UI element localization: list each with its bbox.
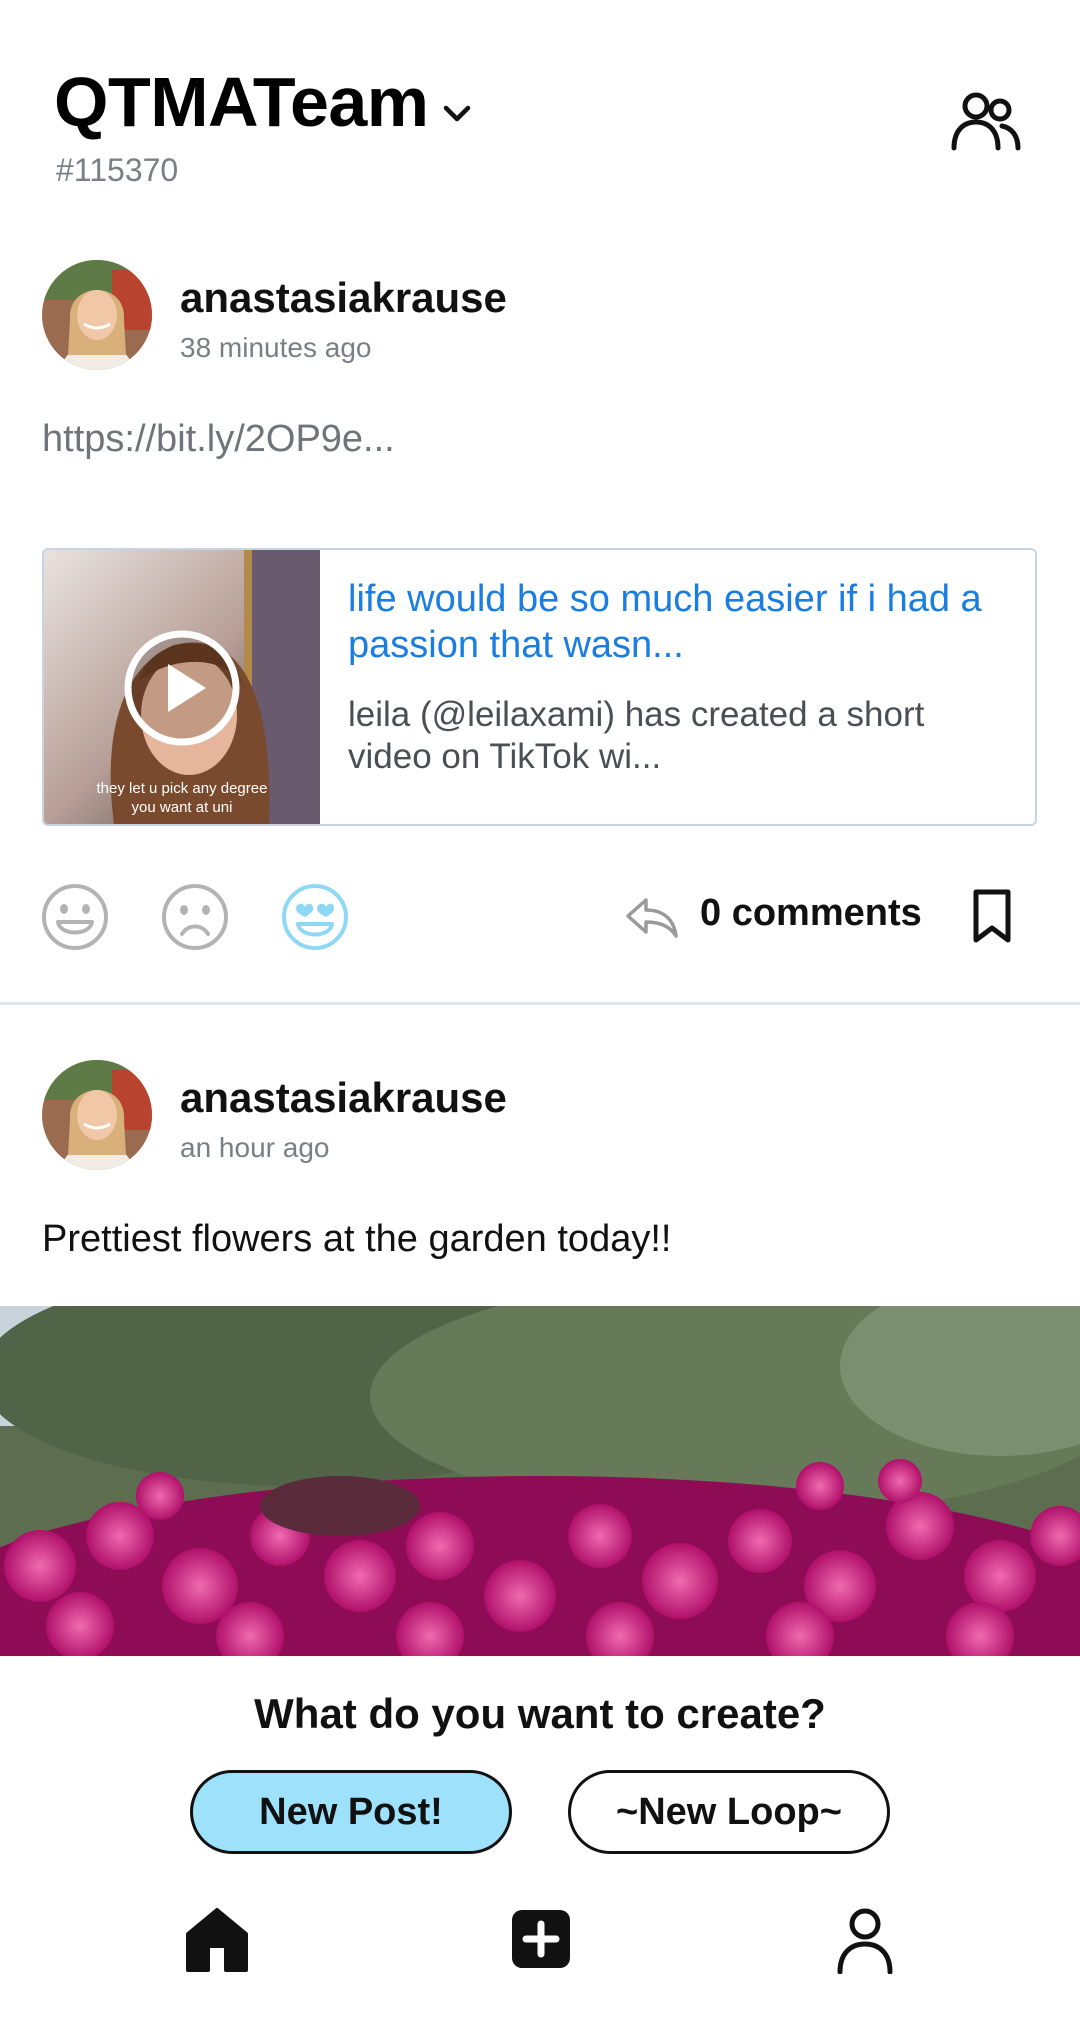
link-preview-card[interactable]: they let u pick any degree you want at u…	[42, 548, 1037, 826]
author-avatar[interactable]	[42, 260, 152, 370]
add-icon[interactable]	[506, 1904, 576, 1974]
members-icon[interactable]	[948, 86, 1022, 154]
chevron-down-icon[interactable]	[440, 96, 474, 130]
team-id: #115370	[56, 152, 179, 188]
sad-icon[interactable]	[160, 882, 230, 952]
create-sheet-title: What do you want to create?	[254, 1690, 826, 1737]
author-avatar[interactable]	[42, 1060, 152, 1170]
team-title[interactable]: QTMATeam	[54, 62, 429, 142]
post-image[interactable]	[0, 1306, 1080, 1656]
comments-count[interactable]: 0 comments	[700, 892, 922, 935]
post-text: Prettiest flowers at the garden today!!	[42, 1218, 672, 1260]
new-post-button[interactable]: New Post!	[190, 1770, 512, 1854]
create-sheet	[0, 1656, 1080, 1876]
play-icon[interactable]	[122, 628, 242, 748]
heart-eyes-icon[interactable]	[280, 882, 350, 952]
link-title[interactable]: life would be so much easier if i had a …	[348, 576, 1008, 668]
post-time: 38 minutes ago	[180, 332, 372, 363]
post-time: an hour ago	[180, 1132, 330, 1163]
home-icon[interactable]	[182, 1904, 252, 1974]
profile-icon[interactable]	[830, 1904, 900, 1974]
thumbnail-caption-2: you want at uni	[132, 799, 233, 816]
video-thumbnail: they let u pick any degree you want at u…	[44, 550, 320, 824]
post-author[interactable]: anastasiakrause	[180, 274, 507, 322]
reply-icon[interactable]	[624, 892, 680, 942]
post-text: https://bit.ly/2OP9e...	[42, 418, 395, 460]
link-description: leila (@leilaxami) has created a short v…	[348, 695, 925, 776]
bookmark-icon[interactable]	[970, 888, 1014, 944]
post-author[interactable]: anastasiakrause	[180, 1074, 507, 1122]
new-loop-button[interactable]: ~New Loop~	[568, 1770, 890, 1854]
smile-icon[interactable]	[40, 882, 110, 952]
thumbnail-caption-1: they let u pick any degree	[97, 780, 268, 797]
post-divider	[0, 1002, 1080, 1005]
